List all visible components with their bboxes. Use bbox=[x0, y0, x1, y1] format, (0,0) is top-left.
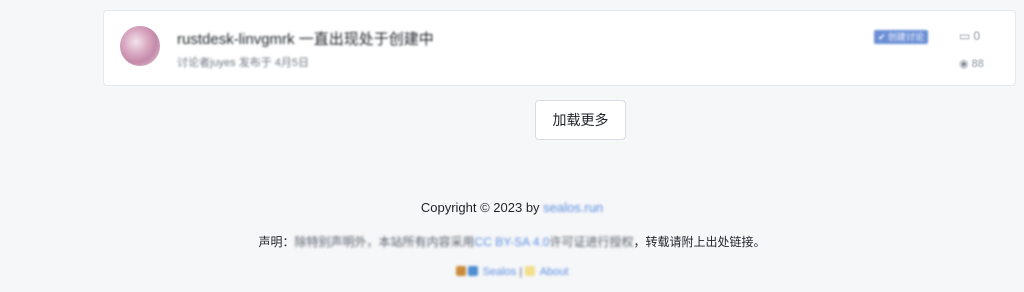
topic-tag-badge[interactable]: ✔ 创建讨论 bbox=[874, 30, 929, 44]
about-link[interactable]: About bbox=[540, 266, 569, 278]
info-icon bbox=[525, 266, 536, 276]
reply-count: ▭ 0 bbox=[959, 29, 980, 43]
license-link[interactable]: CC BY-SA 4.0 bbox=[475, 235, 550, 249]
topic-meta: 讨论者juyes 发布于 4月5日 bbox=[177, 57, 310, 69]
footer-statement: 声明：除特别声明外，本站所有内容采用CC BY-SA 4.0许可证进行授权，转载… bbox=[0, 233, 1024, 250]
topic-card[interactable]: rustdesk-linvgmrk 一直出现处于创建中 讨论者juyes 发布于… bbox=[103, 10, 1016, 86]
statement-suffix: ，转载请附上出处链接。 bbox=[633, 235, 766, 249]
page: rustdesk-linvgmrk 一直出现处于创建中 讨论者juyes 发布于… bbox=[0, 0, 1024, 292]
site-link[interactable]: sealos.run bbox=[543, 200, 603, 215]
view-count: ◉ 88 bbox=[959, 57, 984, 70]
sealos-link[interactable]: Sealos bbox=[483, 266, 517, 278]
statement-text-2: 本站所有内容采用 bbox=[378, 235, 475, 249]
footer-copyright: Copyright © 2023 by sealos.run bbox=[0, 200, 1024, 215]
footer-links: Sealos | About bbox=[0, 266, 1024, 278]
copyright-text: Copyright © 2023 by bbox=[420, 200, 540, 215]
statement-text-3: 许可证进行授权 bbox=[549, 235, 634, 249]
comment-icon: ▭ bbox=[959, 29, 971, 43]
eye-icon: ◉ bbox=[959, 58, 969, 70]
load-more-button[interactable]: 加载更多 bbox=[535, 100, 626, 140]
ship-icon bbox=[455, 266, 466, 276]
link-separator: | bbox=[519, 266, 523, 278]
avatar[interactable] bbox=[120, 26, 160, 66]
topic-title[interactable]: rustdesk-linvgmrk 一直出现处于创建中 bbox=[177, 28, 434, 49]
statement-text-1: 除特别声明外， bbox=[294, 235, 379, 249]
reply-count-value: 0 bbox=[973, 29, 981, 43]
statement-label: 声明： bbox=[258, 235, 295, 249]
view-count-value: 88 bbox=[971, 58, 984, 70]
whale-icon bbox=[467, 266, 478, 276]
